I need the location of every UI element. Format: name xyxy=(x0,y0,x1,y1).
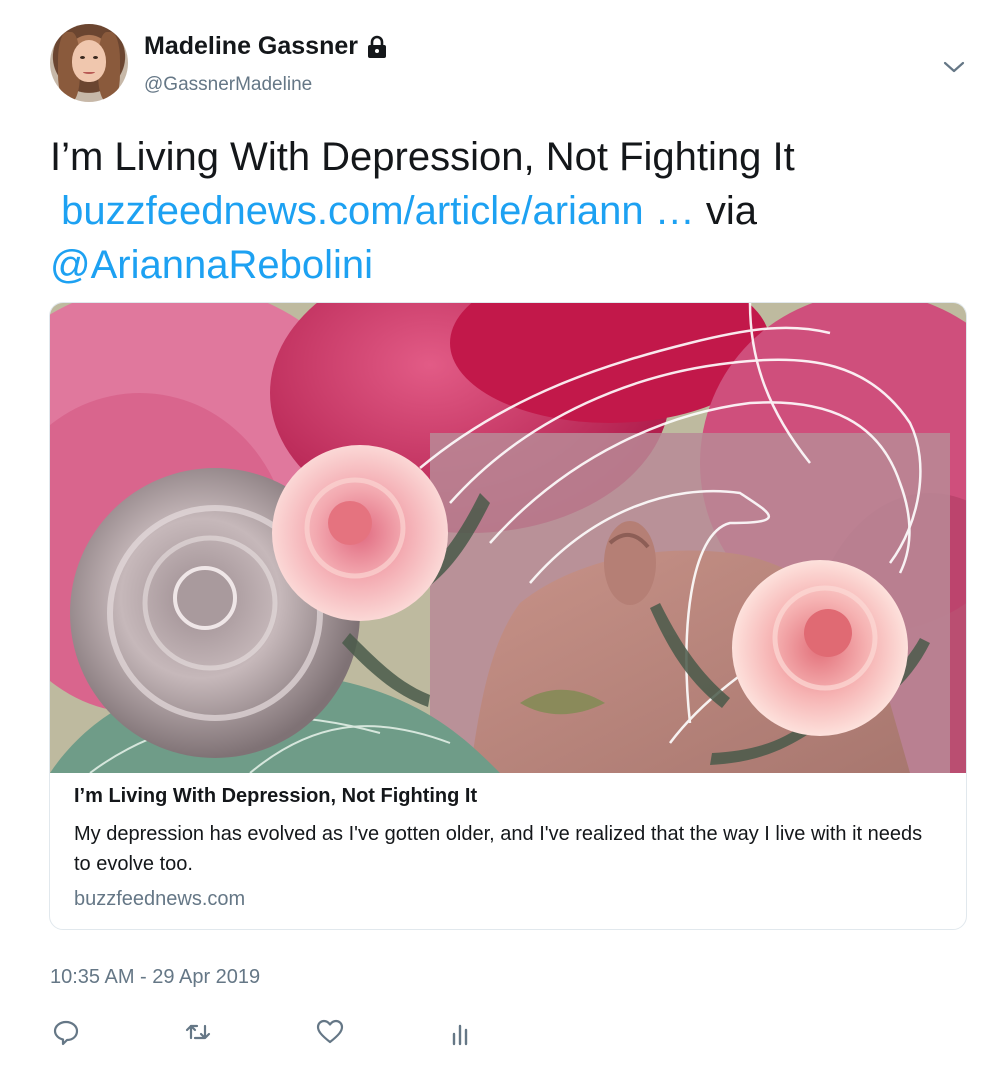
tweet: Madeline Gassner @GassnerMadeline I’m Li… xyxy=(0,0,996,1092)
card-domain: buzzfeednews.com xyxy=(74,888,246,910)
avatar[interactable] xyxy=(50,24,128,102)
article-collage-image xyxy=(50,303,966,773)
action-bar xyxy=(50,1018,510,1054)
heart-icon[interactable] xyxy=(316,1018,352,1054)
author-handle[interactable]: @GassnerMadeline xyxy=(144,74,312,96)
via-text: via xyxy=(694,189,758,233)
lock-icon xyxy=(366,35,388,59)
author-name[interactable]: Madeline Gassner xyxy=(144,32,388,61)
mention-link[interactable]: @AriannaRebolini xyxy=(50,243,373,287)
tweet-text: I’m Living With Depression, Not Fighting… xyxy=(50,130,950,292)
chevron-down-icon[interactable] xyxy=(940,56,968,78)
link-card[interactable]: I’m Living With Depression, Not Fighting… xyxy=(49,302,967,930)
retweet-icon[interactable] xyxy=(184,1018,220,1054)
analytics-icon[interactable] xyxy=(448,1018,484,1054)
card-description: My depression has evolved as I've gotten… xyxy=(74,823,923,875)
article-link[interactable]: buzzfeednews.com/article/ariann xyxy=(61,189,644,233)
card-title: I’m Living With Depression, Not Fighting… xyxy=(74,785,478,807)
author-name-text[interactable]: Madeline Gassner xyxy=(144,32,358,61)
reply-icon[interactable] xyxy=(52,1018,88,1054)
timestamp[interactable]: 10:35 AM - 29 Apr 2019 xyxy=(50,966,260,989)
tweet-text-main: I’m Living With Depression, Not Fighting… xyxy=(50,135,795,179)
link-ellipsis[interactable]: … xyxy=(644,189,695,233)
